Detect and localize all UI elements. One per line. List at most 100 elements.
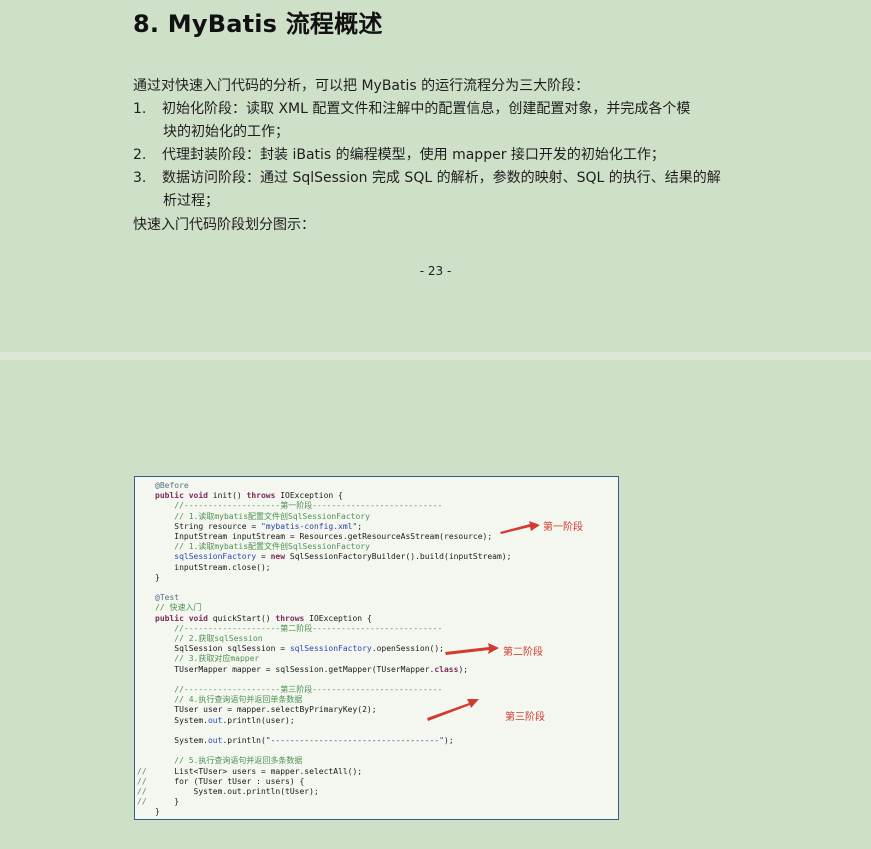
code-line: @Before (135, 481, 618, 491)
code-token: System. (155, 715, 208, 725)
list-item: 3. 数据访问阶段：通过 SqlSession 完成 SQL 的解析，参数的映射… (133, 167, 753, 213)
code-text: System.out.println(user); (155, 715, 295, 726)
code-token: for (TUser tUser : users) { (155, 776, 305, 786)
stage-list: 1. 初始化阶段：读取 XML 配置文件和注解中的配置信息，创建配置对象，并完成… (133, 98, 753, 213)
code-text: // 4.执行查询语句并返回单条数据 (155, 695, 302, 705)
code-text: } (155, 807, 160, 817)
code-text: public void init() throws IOException { (155, 491, 343, 501)
code-token: quickStart() (212, 613, 276, 623)
code-text: InputStream inputStream = Resources.getR… (155, 532, 492, 542)
code-line: //--------------------第二阶段--------------… (135, 624, 618, 634)
document-page-23: 8. MyBatis 流程概述 通过对快速入门代码的分析，可以把 MyBatis… (0, 0, 871, 352)
code-token: InputStream inputStream = Resources.getR… (155, 532, 493, 541)
code-text: //--------------------第二阶段--------------… (155, 624, 442, 634)
code-line: // 快速入门 (135, 603, 618, 613)
code-text: public void quickStart() throws IOExcept… (155, 614, 372, 624)
code-line: // 4.执行查询语句并返回单条数据 (135, 695, 618, 705)
code-line: // 3.获取对应mapper (135, 654, 618, 664)
code-text: //--------------------第一阶段--------------… (155, 501, 442, 511)
code-token: System. (155, 736, 208, 745)
code-token: TUser user = mapper.selectByPrimaryKey(2… (155, 705, 377, 715)
code-text: // 1.读取mybatis配置文件创SqlSessionFactory (155, 542, 370, 552)
code-text: System.out.println("--------------------… (155, 736, 453, 746)
list-text-continued: 块的初始化的工作； (163, 124, 289, 140)
figure-caption: 快速入门代码阶段划分图示： (133, 217, 315, 233)
code-token: // 4.执行查询语句并返回单条数据 (155, 695, 303, 705)
code-token: public void (155, 491, 213, 501)
code-text: @Before (155, 481, 189, 491)
code-line: sqlSessionFactory = new SqlSessionFactor… (135, 552, 618, 562)
code-line: System.out.println(user); (135, 715, 618, 726)
code-line: // 1.读取mybatis配置文件创SqlSessionFactory (135, 542, 618, 552)
code-line: // List<TUser> users = mapper.selectAll(… (135, 766, 618, 777)
comment-gutter-marker: // (137, 787, 147, 796)
code-text: sqlSessionFactory = new SqlSessionFactor… (155, 552, 511, 562)
page-separator (0, 352, 871, 360)
code-token: class (434, 664, 459, 674)
code-text: // 快速入门 (155, 603, 201, 613)
code-token: // 快速入门 (155, 603, 202, 613)
code-text: String resource = "mybatis-config.xml"; (155, 522, 362, 532)
code-token: } (155, 572, 160, 582)
code-text: for (TUser tUser : users) { (155, 777, 304, 787)
code-token: @Test (155, 593, 180, 603)
code-token: init() (212, 491, 247, 501)
section-heading: 8. MyBatis 流程概述 (133, 10, 383, 38)
stage-three-label: 第三阶段 (505, 712, 545, 723)
code-line: public void init() throws IOException { (135, 491, 618, 501)
code-token: IOException { (309, 613, 372, 623)
stage-one-label: 第一阶段 (543, 522, 583, 533)
code-token: sqlSessionFactory (289, 644, 372, 654)
code-token: // 3.获取对应mapper (155, 654, 260, 664)
code-token: //--------------------第二阶段--------------… (155, 623, 443, 633)
comment-gutter-marker: // (137, 797, 147, 807)
code-token: throws (246, 491, 281, 501)
list-number: 2. (133, 147, 147, 163)
code-token: .openSession(); (371, 644, 444, 654)
code-token: } (155, 807, 160, 817)
comment-gutter-marker: // (137, 776, 147, 786)
code-token: .println(user); (222, 715, 295, 725)
code-token: // 1.读取mybatis配置文件创SqlSessionFactory (155, 511, 370, 521)
list-item: 1. 初始化阶段：读取 XML 配置文件和注解中的配置信息，创建配置对象，并完成… (133, 98, 753, 144)
code-token: System.out.println(tUser); (155, 787, 319, 796)
list-item: 2. 代理封装阶段：封装 iBatis 的编程模型，使用 mapper 接口开发… (133, 144, 753, 167)
code-text: // 2.获取sqlSession (155, 634, 262, 644)
code-token: String resource = (155, 521, 261, 531)
code-text: //--------------------第三阶段--------------… (155, 685, 442, 695)
code-line: SqlSession sqlSession = sqlSessionFactor… (135, 644, 618, 654)
code-line: //--------------------第一阶段--------------… (135, 501, 618, 511)
code-token: //--------------------第一阶段--------------… (155, 501, 443, 511)
code-line: @Test (135, 593, 618, 603)
code-token: new (270, 552, 290, 562)
code-line: } (135, 807, 618, 817)
code-line: //--------------------第三阶段--------------… (135, 685, 618, 695)
list-text: 初始化阶段：读取 XML 配置文件和注解中的配置信息，创建配置对象，并完成各个模 (162, 101, 691, 117)
code-token: sqlSessionFactory (155, 552, 257, 562)
comment-gutter-marker: // (137, 766, 147, 776)
code-line: TUserMapper mapper = sqlSession.getMappe… (135, 664, 618, 675)
code-token: @Before (155, 481, 189, 490)
code-token: .println( (222, 736, 266, 745)
intro-paragraph: 通过对快速入门代码的分析，可以把 MyBatis 的运行流程分为三大阶段： (133, 78, 590, 94)
code-token: = (256, 552, 271, 562)
code-token: SqlSessionFactoryBuilder().build(inputSt… (289, 552, 512, 562)
code-token: List<TUser> users = mapper.selectAll(); (155, 766, 363, 776)
code-text: inputStream.close(); (155, 563, 270, 573)
code-token: out (207, 736, 223, 745)
code-text: } (155, 797, 179, 807)
code-token: } (155, 797, 180, 807)
code-token: // 5.执行查询语句并返回多条数据 (155, 756, 303, 766)
code-text: // 3.获取对应mapper (155, 654, 259, 664)
code-line: inputStream.close(); (135, 563, 618, 573)
code-line: // System.out.println(tUser); (135, 787, 618, 797)
document-page-24: @Before public void init() throws IOExcep… (0, 360, 871, 849)
code-screenshot-figure: @Before public void init() throws IOExcep… (134, 476, 619, 820)
code-text: // 5.执行查询语句并返回多条数据 (155, 756, 302, 766)
list-number: 1. (133, 101, 147, 117)
stage-two-label: 第二阶段 (503, 647, 543, 658)
list-text: 代理封装阶段：封装 iBatis 的编程模型，使用 mapper 接口开发的初始… (162, 147, 665, 163)
